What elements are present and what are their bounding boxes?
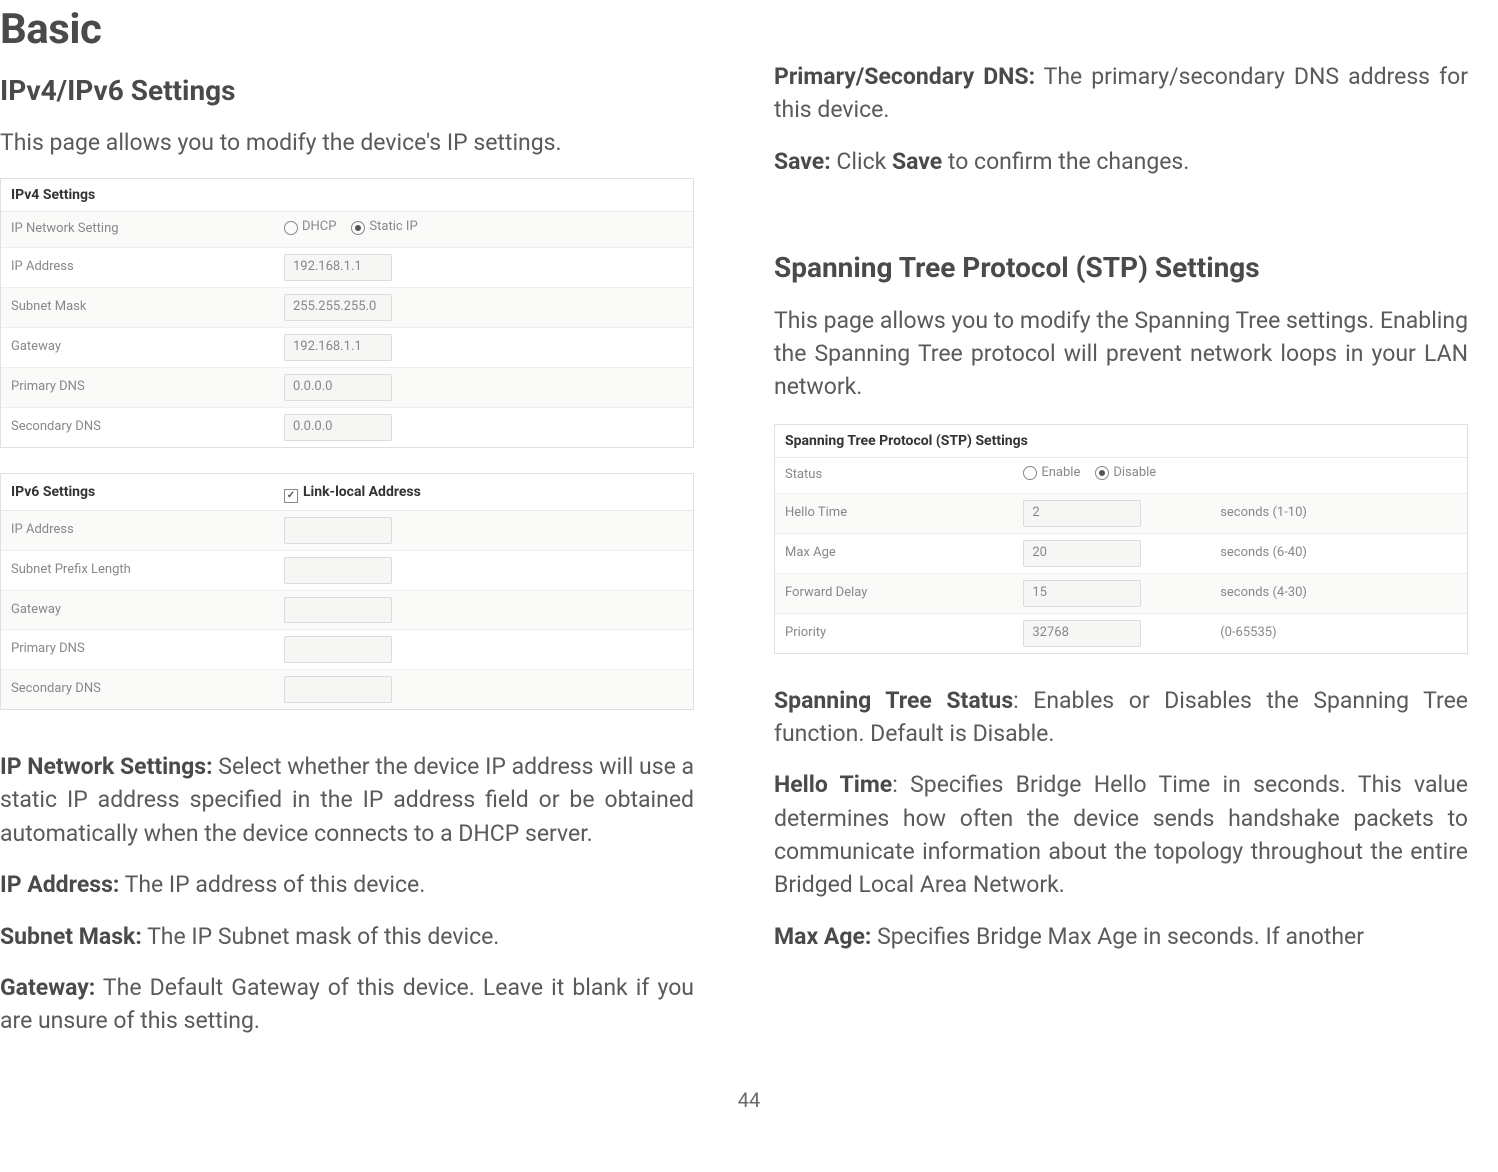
ipv6-subnet-prefix-input[interactable] (284, 557, 392, 584)
stp-maxage-input[interactable]: 20 (1023, 540, 1141, 567)
desc-ip-network: IP Network Settings: Select whether the … (0, 750, 694, 850)
desc-subnet-mask: Subnet Mask: The IP Subnet mask of this … (0, 920, 694, 953)
stp-priority-hint: (0-65535) (1210, 618, 1467, 649)
desc-dns: Primary/Secondary DNS: The primary/secon… (774, 60, 1468, 127)
ipv4-network-radio-group[interactable]: DHCP Static IP (284, 218, 418, 237)
desc-save: Save: Click Save to confirm the changes. (774, 145, 1468, 178)
ipv6-secondary-dns-input[interactable] (284, 676, 392, 703)
ipv6-primary-dns-label: Primary DNS (1, 634, 284, 665)
ipv6-primary-dns-input[interactable] (284, 636, 392, 663)
stp-status-label: Status (775, 460, 1023, 491)
ipv6-ip-address-input[interactable] (284, 517, 392, 544)
stp-priority-input[interactable]: 32768 (1023, 620, 1141, 647)
ipv4-subnet-input[interactable]: 255.255.255.0 (284, 294, 392, 321)
enable-radio[interactable] (1023, 466, 1037, 480)
stp-hello-input[interactable]: 2 (1023, 500, 1141, 527)
ipv4-primary-dns-label: Primary DNS (1, 372, 284, 403)
ipv6-settings-header: IPv6 Settings (1, 474, 284, 510)
page-title: Basic (0, 0, 694, 61)
ipv4-primary-dns-input[interactable]: 0.0.0.0 (284, 374, 392, 401)
stp-maxage-label: Max Age (775, 538, 1023, 569)
stp-settings-table: Spanning Tree Protocol (STP) Settings St… (774, 424, 1468, 654)
ipv6-settings-table: IPv6 Settings Link-local Address IP Addr… (0, 473, 694, 711)
ipv4-network-setting-label: IP Network Setting (1, 214, 284, 245)
stp-hello-label: Hello Time (775, 498, 1023, 529)
desc-ip-address: IP Address: The IP address of this devic… (0, 868, 694, 901)
desc-hello-time: Hello Time: Specifies Bridge Hello Time … (774, 768, 1468, 901)
ipv4-ip-address-input[interactable]: 192.168.1.1 (284, 254, 392, 281)
ipv4-secondary-dns-input[interactable]: 0.0.0.0 (284, 414, 392, 441)
dhcp-radio[interactable] (284, 221, 298, 235)
stp-hello-hint: seconds (1-10) (1210, 498, 1467, 529)
stp-intro: This page allows you to modify the Spann… (774, 304, 1468, 404)
ipv4-gateway-label: Gateway (1, 332, 284, 363)
stp-settings-header: Spanning Tree Protocol (STP) Settings (775, 425, 1467, 458)
intro-paragraph: This page allows you to modify the devic… (0, 126, 694, 159)
static-ip-radio[interactable] (351, 221, 365, 235)
desc-max-age: Max Age: Specifies Bridge Max Age in sec… (774, 920, 1468, 953)
dhcp-label: DHCP (302, 218, 336, 237)
ipv4-settings-table: IPv4 Settings IP Network Setting DHCP St… (0, 178, 694, 448)
ipv6-ip-address-label: IP Address (1, 515, 284, 546)
ipv4-secondary-dns-label: Secondary DNS (1, 412, 284, 443)
page-number: 44 (0, 1076, 1498, 1120)
stp-forward-label: Forward Delay (775, 578, 1023, 609)
ipv6-subnet-prefix-label: Subnet Prefix Length (1, 555, 284, 586)
enable-label: Enable (1041, 464, 1080, 483)
link-local-label: Link-local Address (303, 484, 421, 500)
ipv4-ipv6-heading: IPv4/IPv6 Settings (0, 71, 694, 112)
desc-stp-status: Spanning Tree Status: Enables or Disable… (774, 684, 1468, 751)
ipv4-gateway-input[interactable]: 192.168.1.1 (284, 334, 392, 361)
stp-forward-input[interactable]: 15 (1023, 580, 1141, 607)
link-local-checkbox[interactable] (284, 489, 298, 503)
desc-gateway: Gateway: The Default Gateway of this dev… (0, 971, 694, 1038)
ipv6-gateway-input[interactable] (284, 597, 392, 624)
ipv4-ip-address-label: IP Address (1, 252, 284, 283)
ipv4-settings-header: IPv4 Settings (1, 179, 693, 212)
ipv4-subnet-label: Subnet Mask (1, 292, 284, 323)
ipv6-secondary-dns-label: Secondary DNS (1, 674, 284, 705)
stp-priority-label: Priority (775, 618, 1023, 649)
stp-heading: Spanning Tree Protocol (STP) Settings (774, 248, 1468, 289)
stp-status-radio-group[interactable]: Enable Disable (1023, 464, 1156, 483)
stp-forward-hint: seconds (4-30) (1210, 578, 1467, 609)
stp-maxage-hint: seconds (6-40) (1210, 538, 1467, 569)
static-ip-label: Static IP (369, 218, 417, 237)
disable-radio[interactable] (1095, 466, 1109, 480)
disable-label: Disable (1113, 464, 1156, 483)
ipv6-gateway-label: Gateway (1, 595, 284, 626)
